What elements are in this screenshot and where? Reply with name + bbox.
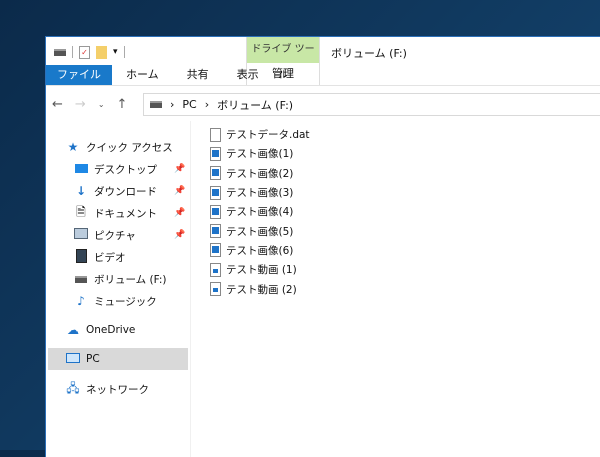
file-item[interactable]: テスト画像(3) xyxy=(210,183,310,202)
nav-documents[interactable]: 🗎 ドキュメント 📌 xyxy=(74,202,188,224)
nav-label: ボリューム (F:) xyxy=(94,273,167,286)
up-icon[interactable]: ↑ xyxy=(117,97,128,112)
file-item[interactable]: テスト画像(5) xyxy=(210,221,310,240)
pc-icon xyxy=(66,352,80,366)
nav-quick-access[interactable]: ★ クイック アクセス xyxy=(66,136,188,158)
image-file-icon xyxy=(210,185,221,200)
document-icon: 🗎 xyxy=(76,204,86,219)
ribbon-tabs: ファイル ホーム 共有 表示 xyxy=(46,65,273,85)
file-name: テスト画像(3) xyxy=(226,187,294,200)
pin-icon[interactable]: 📌 xyxy=(174,208,185,218)
file-item[interactable]: テスト動画 (2) xyxy=(210,279,310,298)
image-file-icon xyxy=(210,243,221,258)
pane-divider[interactable] xyxy=(190,121,191,457)
nav-label: ドキュメント xyxy=(94,207,157,220)
tab-view[interactable]: 表示 xyxy=(223,65,273,85)
properties-icon[interactable]: ✓ xyxy=(79,45,90,59)
tab-file[interactable]: ファイル xyxy=(46,65,112,85)
divider xyxy=(72,46,73,58)
address-bar[interactable]: › PC › ボリューム (F:) xyxy=(143,93,600,116)
breadcrumb-volume[interactable]: ボリューム (F:) xyxy=(217,97,293,113)
nav-pc[interactable]: PC xyxy=(48,348,188,370)
file-name: テスト画像(6) xyxy=(226,244,294,257)
divider xyxy=(123,46,125,58)
image-file-icon xyxy=(210,166,221,181)
file-item[interactable]: テスト画像(2) xyxy=(210,164,310,183)
file-item[interactable]: テストデータ.dat xyxy=(210,125,310,144)
divider xyxy=(46,85,600,86)
file-name: テスト動画 (1) xyxy=(226,264,297,277)
nav-label: ピクチャ xyxy=(94,229,136,242)
navigation-buttons: ← → ⌄ ↑ xyxy=(52,93,127,115)
new-folder-icon[interactable] xyxy=(96,45,107,59)
navigation-pane: ★ クイック アクセス デスクトップ 📌 ↓ ダウンロード 📌 🗎 ドキュメント 📌 ピクチ… xyxy=(46,121,189,457)
tab-share[interactable]: 共有 xyxy=(173,65,223,85)
file-item[interactable]: テスト画像(6) xyxy=(210,241,310,260)
nav-network[interactable]: 🖧 ネットワーク xyxy=(66,378,188,400)
download-icon: ↓ xyxy=(75,184,87,198)
file-item[interactable]: テスト画像(1) xyxy=(210,144,310,163)
file-item[interactable]: テスト動画 (1) xyxy=(210,260,310,279)
drive-icon xyxy=(74,272,88,286)
file-name: テスト画像(1) xyxy=(226,148,294,161)
nav-label: デスクトップ xyxy=(94,163,157,176)
back-icon[interactable]: ← xyxy=(52,97,63,112)
quick-access-toolbar: ✓ ▾ xyxy=(54,43,125,61)
tab-home[interactable]: ホーム xyxy=(112,65,173,85)
cloud-icon: ☁ xyxy=(67,323,79,337)
video-file-icon xyxy=(210,262,221,277)
nav-label: OneDrive xyxy=(86,324,136,336)
star-icon: ★ xyxy=(67,140,79,154)
image-file-icon xyxy=(210,146,221,161)
file-list: テストデータ.dat テスト画像(1) テスト画像(2) テスト画像(3) テス… xyxy=(210,125,310,299)
explorer-window: ✓ ▾ ドライブ ツール 管理 ボリューム (F:) ファイル ホーム 共有 表… xyxy=(45,36,600,457)
file-name: テスト動画 (2) xyxy=(226,283,297,296)
network-icon: 🖧 xyxy=(66,380,80,395)
breadcrumb-pc[interactable]: PC xyxy=(182,98,196,111)
file-item[interactable]: テスト画像(4) xyxy=(210,202,310,221)
nav-onedrive[interactable]: ☁ OneDrive xyxy=(66,319,188,341)
pin-icon[interactable]: 📌 xyxy=(174,230,185,240)
window-title: ボリューム (F:) xyxy=(331,47,407,60)
nav-volume[interactable]: ボリューム (F:) xyxy=(74,268,188,290)
context-group-label: ドライブ ツール xyxy=(247,37,319,81)
image-file-icon xyxy=(210,204,221,219)
file-name: テスト画像(5) xyxy=(226,225,294,238)
nav-pictures[interactable]: ピクチャ 📌 xyxy=(74,224,188,246)
nav-label: ビデオ xyxy=(94,251,126,264)
file-name: テスト画像(2) xyxy=(226,167,294,180)
drive-icon xyxy=(150,101,162,108)
drive-icon xyxy=(54,48,66,56)
nav-desktop[interactable]: デスクトップ 📌 xyxy=(74,158,188,180)
chevron-right-icon: › xyxy=(204,98,210,111)
nav-label: ミュージック xyxy=(94,295,157,308)
nav-label: PC xyxy=(86,353,100,365)
nav-music[interactable]: ♪ ミュージック xyxy=(74,290,188,312)
pin-icon[interactable]: 📌 xyxy=(174,186,185,196)
nav-label: ダウンロード xyxy=(94,185,157,198)
desktop-icon xyxy=(74,162,88,176)
nav-videos[interactable]: ビデオ xyxy=(74,246,188,268)
nav-downloads[interactable]: ↓ ダウンロード 📌 xyxy=(74,180,188,202)
nav-label: クイック アクセス xyxy=(86,141,173,154)
forward-icon[interactable]: → xyxy=(75,97,86,112)
picture-icon xyxy=(74,228,88,242)
customize-dropdown-icon[interactable]: ▾ xyxy=(113,47,118,57)
video-file-icon xyxy=(210,282,221,297)
pin-icon[interactable]: 📌 xyxy=(174,164,185,174)
image-file-icon xyxy=(210,224,221,239)
file-name: テスト画像(4) xyxy=(226,206,294,219)
file-name: テストデータ.dat xyxy=(226,129,310,142)
file-icon xyxy=(210,127,221,142)
chevron-right-icon: › xyxy=(170,98,175,111)
recent-dropdown-icon[interactable]: ⌄ xyxy=(98,100,105,109)
music-icon: ♪ xyxy=(77,294,85,308)
video-icon xyxy=(74,248,88,266)
nav-label: ネットワーク xyxy=(86,383,149,396)
